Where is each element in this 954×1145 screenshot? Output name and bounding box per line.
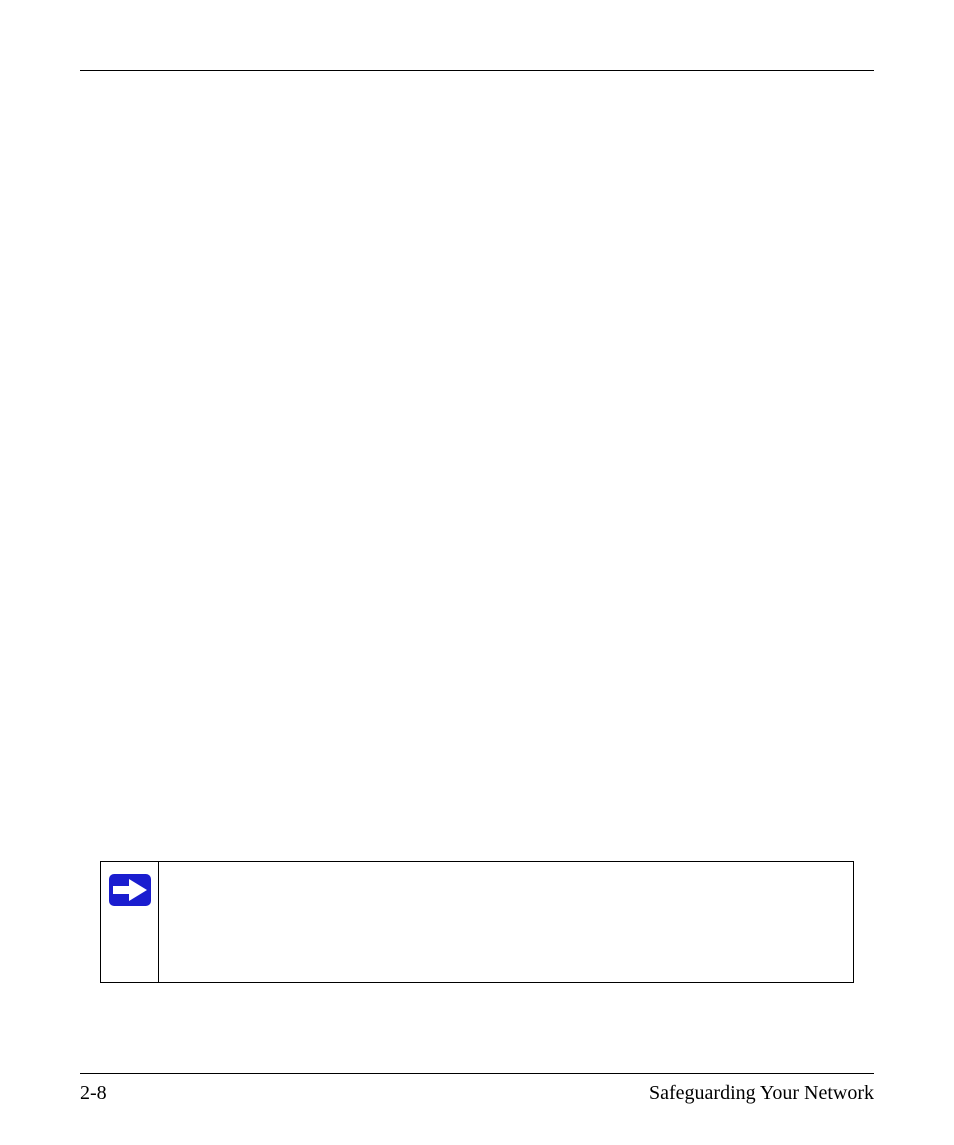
- top-horizontal-rule: [80, 70, 874, 71]
- notice-icon-cell: [101, 862, 159, 982]
- page-content: [80, 111, 874, 811]
- section-title: Safeguarding Your Network: [649, 1082, 874, 1105]
- arrow-right-icon: [107, 872, 152, 908]
- document-page: 2-8 Safeguarding Your Network: [0, 0, 954, 1145]
- footer-horizontal-rule: [80, 1073, 874, 1074]
- notice-text-cell: [159, 862, 853, 982]
- footer-line: 2-8 Safeguarding Your Network: [80, 1082, 874, 1105]
- notice-box: [100, 861, 854, 983]
- page-footer: 2-8 Safeguarding Your Network: [80, 1073, 874, 1105]
- page-number: 2-8: [80, 1082, 107, 1105]
